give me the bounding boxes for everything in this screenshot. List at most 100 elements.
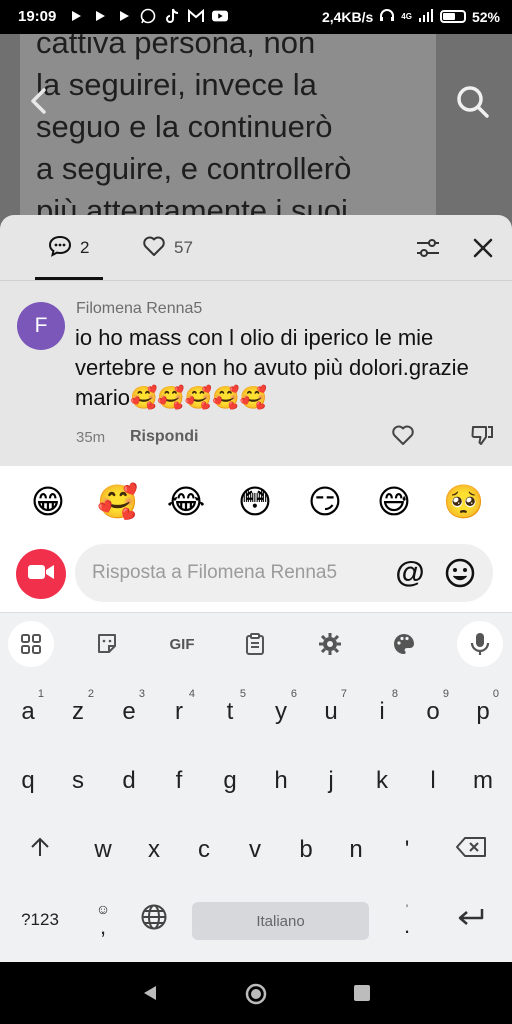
nav-recents-icon[interactable] bbox=[354, 985, 370, 1001]
filter-icon[interactable] bbox=[414, 235, 442, 261]
video-text-line: cattiva persona, non bbox=[36, 34, 316, 60]
key-x[interactable]: x bbox=[131, 822, 177, 878]
clipboard-icon[interactable] bbox=[239, 628, 271, 660]
key-g[interactable]: g bbox=[207, 753, 253, 809]
enter-key[interactable] bbox=[448, 892, 494, 948]
key-hint: 8 bbox=[391, 688, 398, 700]
mic-icon[interactable] bbox=[464, 628, 496, 660]
key-j[interactable]: j bbox=[308, 753, 354, 809]
battery-percent: 52% bbox=[471, 8, 500, 25]
mention-icon[interactable]: @ bbox=[393, 556, 427, 590]
key-label: p bbox=[476, 698, 490, 725]
shift-key[interactable] bbox=[17, 822, 63, 878]
dislike-icon[interactable] bbox=[470, 423, 494, 447]
quick-emoji-row: 😁 🥰 😂 😳 😏 😅 🥺 bbox=[0, 482, 512, 526]
emoji-button[interactable]: 😳 bbox=[235, 482, 275, 522]
nav-home-icon[interactable] bbox=[245, 983, 267, 1005]
emoji-button[interactable]: 😅 bbox=[374, 482, 414, 522]
nav-back-icon[interactable] bbox=[141, 984, 159, 1002]
emoji-button[interactable]: 😂 bbox=[166, 482, 206, 522]
comments-tabs: 2 57 bbox=[0, 215, 512, 281]
gmail-icon bbox=[188, 8, 204, 24]
key-label: t bbox=[226, 698, 234, 725]
period-key[interactable]: '. bbox=[384, 892, 430, 948]
reply-input[interactable]: Risposta a Filomena Renna5 @ bbox=[75, 544, 493, 602]
key-m[interactable]: m bbox=[460, 753, 506, 809]
headphones-icon bbox=[379, 8, 395, 25]
key-v[interactable]: v bbox=[232, 822, 278, 878]
key-q[interactable]: q bbox=[5, 753, 51, 809]
emoji-button[interactable]: 😁 bbox=[28, 482, 68, 522]
emoji-picker-icon[interactable] bbox=[444, 557, 476, 589]
key-k[interactable]: k bbox=[359, 753, 405, 809]
key-s[interactable]: s bbox=[55, 753, 101, 809]
key-o[interactable]: 9o bbox=[410, 684, 456, 740]
key-h[interactable]: h bbox=[258, 753, 304, 809]
settings-icon[interactable] bbox=[314, 628, 346, 660]
key-p[interactable]: 0p bbox=[460, 684, 506, 740]
key-hint: 1 bbox=[37, 688, 44, 700]
video-text-line: la seguirei, invece la bbox=[36, 67, 317, 102]
search-icon[interactable] bbox=[455, 84, 491, 120]
keyboard: 1a 2z 3e 4r 5t 6y 7u 8i 9o 0p q s d f g … bbox=[0, 674, 512, 962]
theme-palette-icon[interactable] bbox=[388, 628, 420, 660]
key-i[interactable]: 8i bbox=[359, 684, 405, 740]
comma-key[interactable]: ☺, bbox=[80, 892, 126, 948]
key-f[interactable]: f bbox=[156, 753, 202, 809]
status-time: 19:09 bbox=[18, 8, 57, 25]
key-d[interactable]: d bbox=[106, 753, 152, 809]
key-label: u bbox=[324, 698, 338, 725]
notification-icons bbox=[68, 6, 228, 26]
heart-icon[interactable] bbox=[391, 424, 415, 446]
comment-item: F Filomena Renna5 io ho mass con l olio … bbox=[0, 281, 512, 466]
camera-button[interactable] bbox=[16, 549, 66, 599]
active-tab-indicator bbox=[35, 277, 103, 280]
key-l[interactable]: l bbox=[410, 753, 456, 809]
key-label: r bbox=[175, 698, 183, 725]
key-hint: 2 bbox=[87, 688, 94, 700]
key-t[interactable]: 5t bbox=[207, 684, 253, 740]
video-text-line: seguo e la continuerò bbox=[36, 109, 333, 144]
emoji-button[interactable]: 🥺 bbox=[443, 482, 484, 522]
key-e[interactable]: 3e bbox=[106, 684, 152, 740]
signal-icon bbox=[418, 8, 434, 25]
symbols-key[interactable]: ?123 bbox=[12, 892, 68, 948]
sticker-icon[interactable] bbox=[91, 628, 123, 660]
key-b[interactable]: b bbox=[283, 822, 329, 878]
comment-text: io ho mass con l olio di iperico le mie … bbox=[75, 325, 469, 410]
key-label: a bbox=[21, 698, 35, 725]
key-n[interactable]: n bbox=[333, 822, 379, 878]
space-bar[interactable]: Italiano bbox=[192, 902, 369, 940]
key-apostrophe[interactable]: ' bbox=[384, 822, 430, 878]
key-a[interactable]: 1a bbox=[5, 684, 51, 740]
emoji-button[interactable]: 😏 bbox=[305, 482, 345, 522]
key-c[interactable]: c bbox=[181, 822, 227, 878]
back-arrow-icon[interactable] bbox=[24, 86, 54, 116]
backspace-key[interactable] bbox=[448, 822, 494, 878]
signal-label: 4G bbox=[401, 12, 412, 21]
key-z[interactable]: 2z bbox=[55, 684, 101, 740]
key-hint: 0 bbox=[492, 688, 499, 700]
apps-icon[interactable] bbox=[15, 628, 47, 660]
gif-button[interactable]: GIF bbox=[164, 628, 200, 660]
reply-button[interactable]: Rispondi bbox=[130, 428, 198, 446]
key-label: i bbox=[379, 698, 385, 725]
reply-panel: 😁 🥰 😂 😳 😏 😅 🥺 Risposta a Filomena Renna5… bbox=[0, 466, 512, 612]
network-speed: 2,4KB/s bbox=[321, 8, 374, 25]
comment-author[interactable]: Filomena Renna5 bbox=[76, 300, 202, 318]
key-u[interactable]: 7u bbox=[308, 684, 354, 740]
tab-likes[interactable]: 57 bbox=[142, 235, 193, 261]
key-hint: 3 bbox=[138, 688, 145, 700]
key-r[interactable]: 4r bbox=[156, 684, 202, 740]
close-icon[interactable] bbox=[470, 235, 496, 261]
language-key[interactable] bbox=[131, 892, 177, 948]
key-w[interactable]: w bbox=[80, 822, 126, 878]
status-bar: 19:09 2,4KB/s 4G 52% bbox=[0, 0, 512, 34]
play-icon bbox=[116, 8, 132, 24]
shift-icon bbox=[29, 836, 51, 865]
emoji-button[interactable]: 🥰 bbox=[97, 482, 138, 522]
comments-sheet: 2 57 F Filomena Renna5 io ho mass con l … bbox=[0, 215, 512, 466]
tab-comments[interactable]: 2 bbox=[48, 235, 89, 261]
key-y[interactable]: 6y bbox=[258, 684, 304, 740]
avatar[interactable]: F bbox=[17, 302, 65, 350]
